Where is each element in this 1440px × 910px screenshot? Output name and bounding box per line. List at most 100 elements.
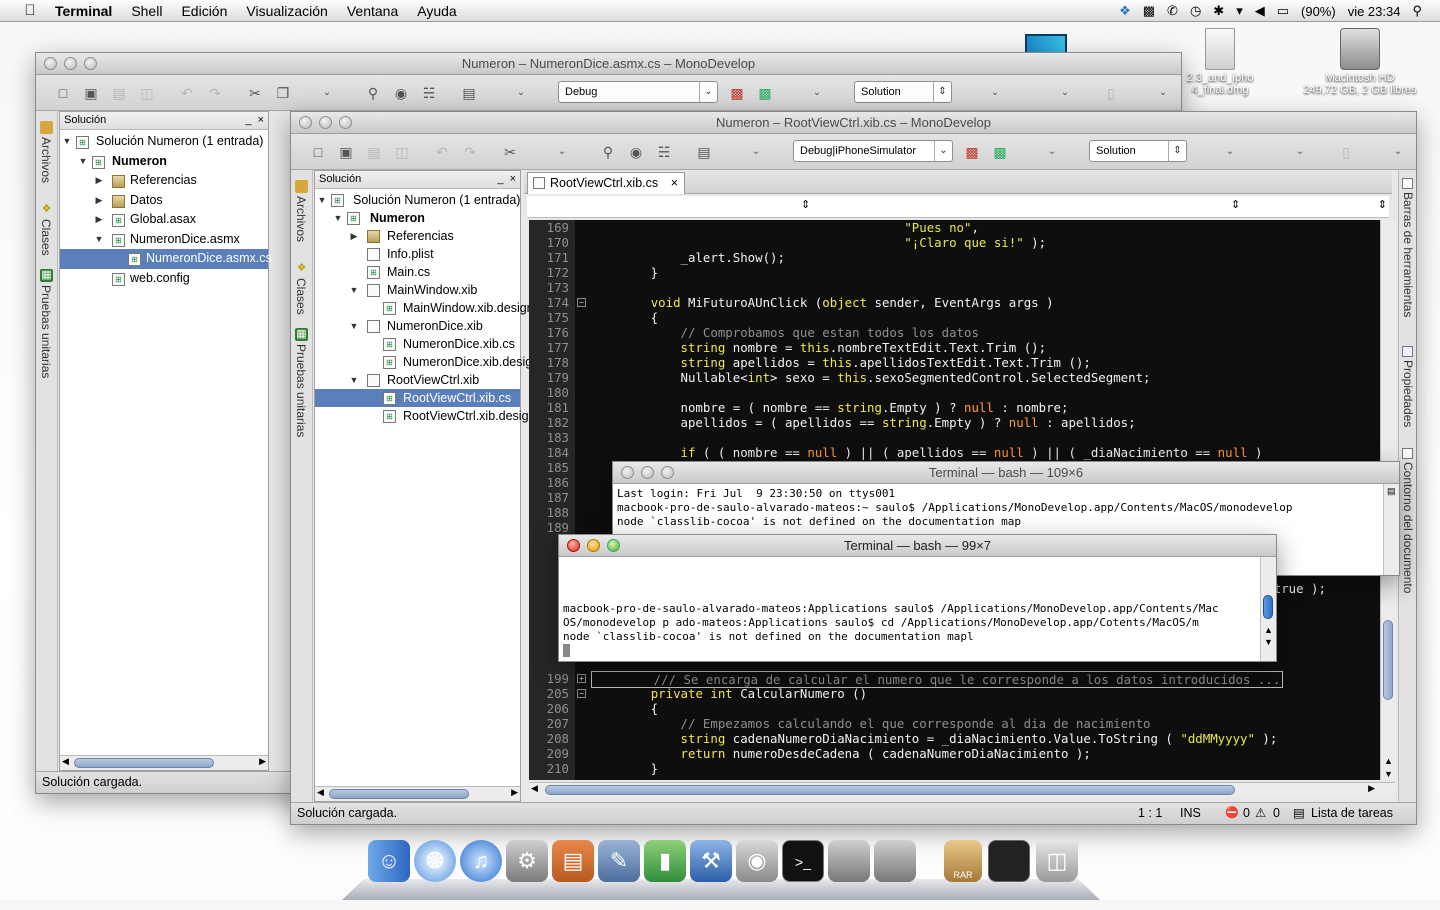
expanded-icon[interactable]: ▼ bbox=[62, 132, 72, 152]
terminal-scrollbar[interactable]: ▤ bbox=[1383, 484, 1399, 575]
tab-barras-herramientas[interactable]: Barras de herramientas bbox=[1401, 192, 1415, 317]
build-icon[interactable]: ▩ bbox=[963, 143, 981, 161]
expanded-icon[interactable]: ▼ bbox=[349, 371, 359, 389]
search-icon[interactable]: ⚲ bbox=[364, 84, 382, 102]
error-count[interactable]: 0 bbox=[1243, 803, 1250, 824]
tree-row[interactable]: ▼ ⊞ Solución Numeron (1 entrada) bbox=[60, 132, 268, 152]
close-button[interactable] bbox=[44, 57, 57, 70]
window-titlebar[interactable]: Terminal — bash — 99×7 bbox=[559, 535, 1276, 557]
document-outline-icon[interactable] bbox=[1402, 448, 1413, 459]
scroll-right-icon[interactable]: ▶ bbox=[1368, 783, 1375, 794]
tree-row[interactable]: ▶ Referencias bbox=[60, 171, 268, 191]
tab-pruebas-unitarias[interactable]: Pruebas unitarias bbox=[39, 285, 53, 378]
expanded-icon[interactable]: ▼ bbox=[78, 152, 88, 172]
zoom-button[interactable] bbox=[661, 466, 674, 479]
search-icon[interactable]: ⚲ bbox=[599, 143, 617, 161]
tab-clases[interactable]: Clases bbox=[39, 219, 53, 256]
tree-row-selected[interactable]: ⊞ NumeronDice.asmx.cs bbox=[60, 249, 272, 269]
new-file-icon[interactable]: □ bbox=[54, 84, 72, 102]
scroll-up-icon[interactable]: ▲ bbox=[1384, 756, 1393, 766]
terminal-output[interactable]: macbook-pro-de-saulo-alvarado-mateos:App… bbox=[559, 557, 1260, 661]
volume-icon[interactable]: ◀ bbox=[1255, 3, 1265, 19]
fold-expand-icon[interactable]: + bbox=[577, 674, 586, 683]
solution-select[interactable]: Solution ⇕ bbox=[1089, 140, 1187, 162]
horizontal-scrollbar[interactable]: ◀ ▶ bbox=[60, 755, 268, 770]
keynote-icon[interactable]: ▤ bbox=[552, 840, 594, 882]
dropbox-icon[interactable]: ❖ bbox=[1119, 3, 1131, 19]
build-icon[interactable]: ▩ bbox=[728, 84, 746, 102]
zoom-button[interactable] bbox=[339, 116, 352, 129]
save-all-icon[interactable]: ◫ bbox=[393, 143, 411, 161]
tab-archivos[interactable]: Archivos bbox=[294, 196, 308, 242]
collapsed-icon[interactable]: ▶ bbox=[94, 191, 104, 211]
scroll-down-icon[interactable]: ▼ bbox=[1264, 637, 1273, 647]
scroll-thumb[interactable] bbox=[1383, 620, 1393, 700]
chevron-down-icon[interactable]: ⌄ bbox=[1291, 143, 1309, 161]
redo-icon[interactable]: ↷ bbox=[461, 143, 479, 161]
chevron-down-icon[interactable]: ⌄ bbox=[1154, 84, 1172, 102]
fold-collapse-icon[interactable]: − bbox=[577, 298, 586, 307]
unit-tests-icon[interactable]: ▦ bbox=[295, 328, 308, 341]
chevron-down-icon[interactable]: ⌄ bbox=[808, 84, 826, 102]
copy-icon[interactable]: ❐ bbox=[274, 84, 292, 102]
new-file-icon[interactable]: □ bbox=[309, 143, 327, 161]
zoom-button[interactable] bbox=[84, 57, 97, 70]
time-machine-icon[interactable]: ◷ bbox=[1190, 3, 1201, 19]
close-icon[interactable]: × bbox=[671, 173, 678, 193]
solution-select[interactable]: Solution ⇕ bbox=[854, 81, 952, 103]
scroll-left-icon[interactable]: ◀ bbox=[531, 783, 538, 794]
tree-row[interactable]: ▼ RootViewCtrl.xib bbox=[315, 371, 520, 389]
tab-clases[interactable]: Clases bbox=[294, 278, 308, 315]
unit-tests-icon[interactable]: ▦ bbox=[40, 269, 53, 282]
tree-row[interactable]: ▼ NumeronDice.xib bbox=[315, 317, 520, 335]
minimize-button[interactable] bbox=[64, 57, 77, 70]
tree-row[interactable]: ⊞ NumeronDice.xib.designer.cs bbox=[315, 353, 566, 371]
xcode-icon[interactable]: ⚒ bbox=[690, 840, 732, 882]
editor-horizontal-scrollbar[interactable]: ◀ ▶ bbox=[529, 782, 1395, 797]
tab-rootviewctrl[interactable]: RootViewCtrl.xib.cs × bbox=[527, 172, 685, 194]
close-button[interactable] bbox=[299, 116, 312, 129]
expanded-icon[interactable]: ▼ bbox=[333, 209, 343, 227]
warning-count[interactable]: 0 bbox=[1273, 803, 1280, 824]
scroll-right-icon[interactable]: ▶ bbox=[259, 756, 266, 767]
files-icon[interactable] bbox=[40, 121, 53, 134]
chevron-down-icon[interactable]: ⌄ bbox=[318, 84, 336, 102]
menu-edicion[interactable]: Edición bbox=[181, 3, 227, 19]
task-list-icon[interactable]: ▤ bbox=[1293, 803, 1305, 824]
bookmark-icon[interactable]: ▤ bbox=[460, 84, 478, 102]
clock[interactable]: vie 23:34 bbox=[1348, 4, 1401, 19]
script-editor-icon[interactable]: ✎ bbox=[598, 840, 640, 882]
terminal-scrollbar[interactable]: ▲ ▼ bbox=[1260, 557, 1276, 661]
scroll-thumb[interactable] bbox=[545, 785, 1235, 795]
tree-row[interactable]: ⊞ web.config bbox=[60, 269, 268, 289]
window-titlebar[interactable]: Numeron – NumeronDice.asmx.cs – MonoDeve… bbox=[36, 53, 1181, 75]
desktop-dmg-file[interactable]: 2.3_and_ipho 4_final.dmg bbox=[1170, 28, 1270, 96]
trash-icon[interactable]: ◫ bbox=[1036, 840, 1078, 882]
close-button[interactable] bbox=[621, 466, 634, 479]
spotlight-icon[interactable]: ⚲ bbox=[1412, 3, 1422, 19]
collapsed-icon[interactable]: ▶ bbox=[94, 210, 104, 230]
close-button[interactable] bbox=[567, 539, 580, 552]
horizontal-scrollbar[interactable]: ◀ ▶ bbox=[315, 786, 520, 801]
pad-controls[interactable]: _ × bbox=[245, 112, 264, 129]
battery-icon[interactable]: ▭ bbox=[1277, 3, 1289, 19]
tab-contorno-documento[interactable]: Contorno del documento bbox=[1401, 462, 1415, 593]
status-app-icon[interactable]: ▩ bbox=[1143, 3, 1155, 19]
rebuild-icon[interactable]: ▩ bbox=[991, 143, 1009, 161]
expanded-icon[interactable]: ▼ bbox=[349, 317, 359, 335]
chevron-down-icon[interactable]: ⌄ bbox=[1221, 143, 1239, 161]
window-thumbnail-icon[interactable] bbox=[874, 840, 916, 882]
files-icon[interactable] bbox=[295, 180, 308, 193]
phone-icon[interactable]: ✆ bbox=[1167, 3, 1178, 19]
config-select[interactable]: Debug ⌄ bbox=[558, 81, 718, 103]
replace-icon[interactable]: ☵ bbox=[655, 143, 673, 161]
system-preferences-icon[interactable]: ⚙ bbox=[506, 840, 548, 882]
tree-row[interactable]: ▶ ⊞ Global.asax bbox=[60, 210, 268, 230]
wifi-icon[interactable]: ▾ bbox=[1236, 3, 1243, 19]
bluetooth-icon[interactable]: ✱ bbox=[1213, 3, 1224, 19]
chevron-down-icon[interactable]: ⌄ bbox=[1056, 84, 1074, 102]
menu-ventana[interactable]: Ventana bbox=[347, 3, 398, 19]
bookmark-icon[interactable]: ▤ bbox=[695, 143, 713, 161]
replace-icon[interactable]: ☵ bbox=[420, 84, 438, 102]
menu-app-name[interactable]: Terminal bbox=[55, 3, 112, 19]
